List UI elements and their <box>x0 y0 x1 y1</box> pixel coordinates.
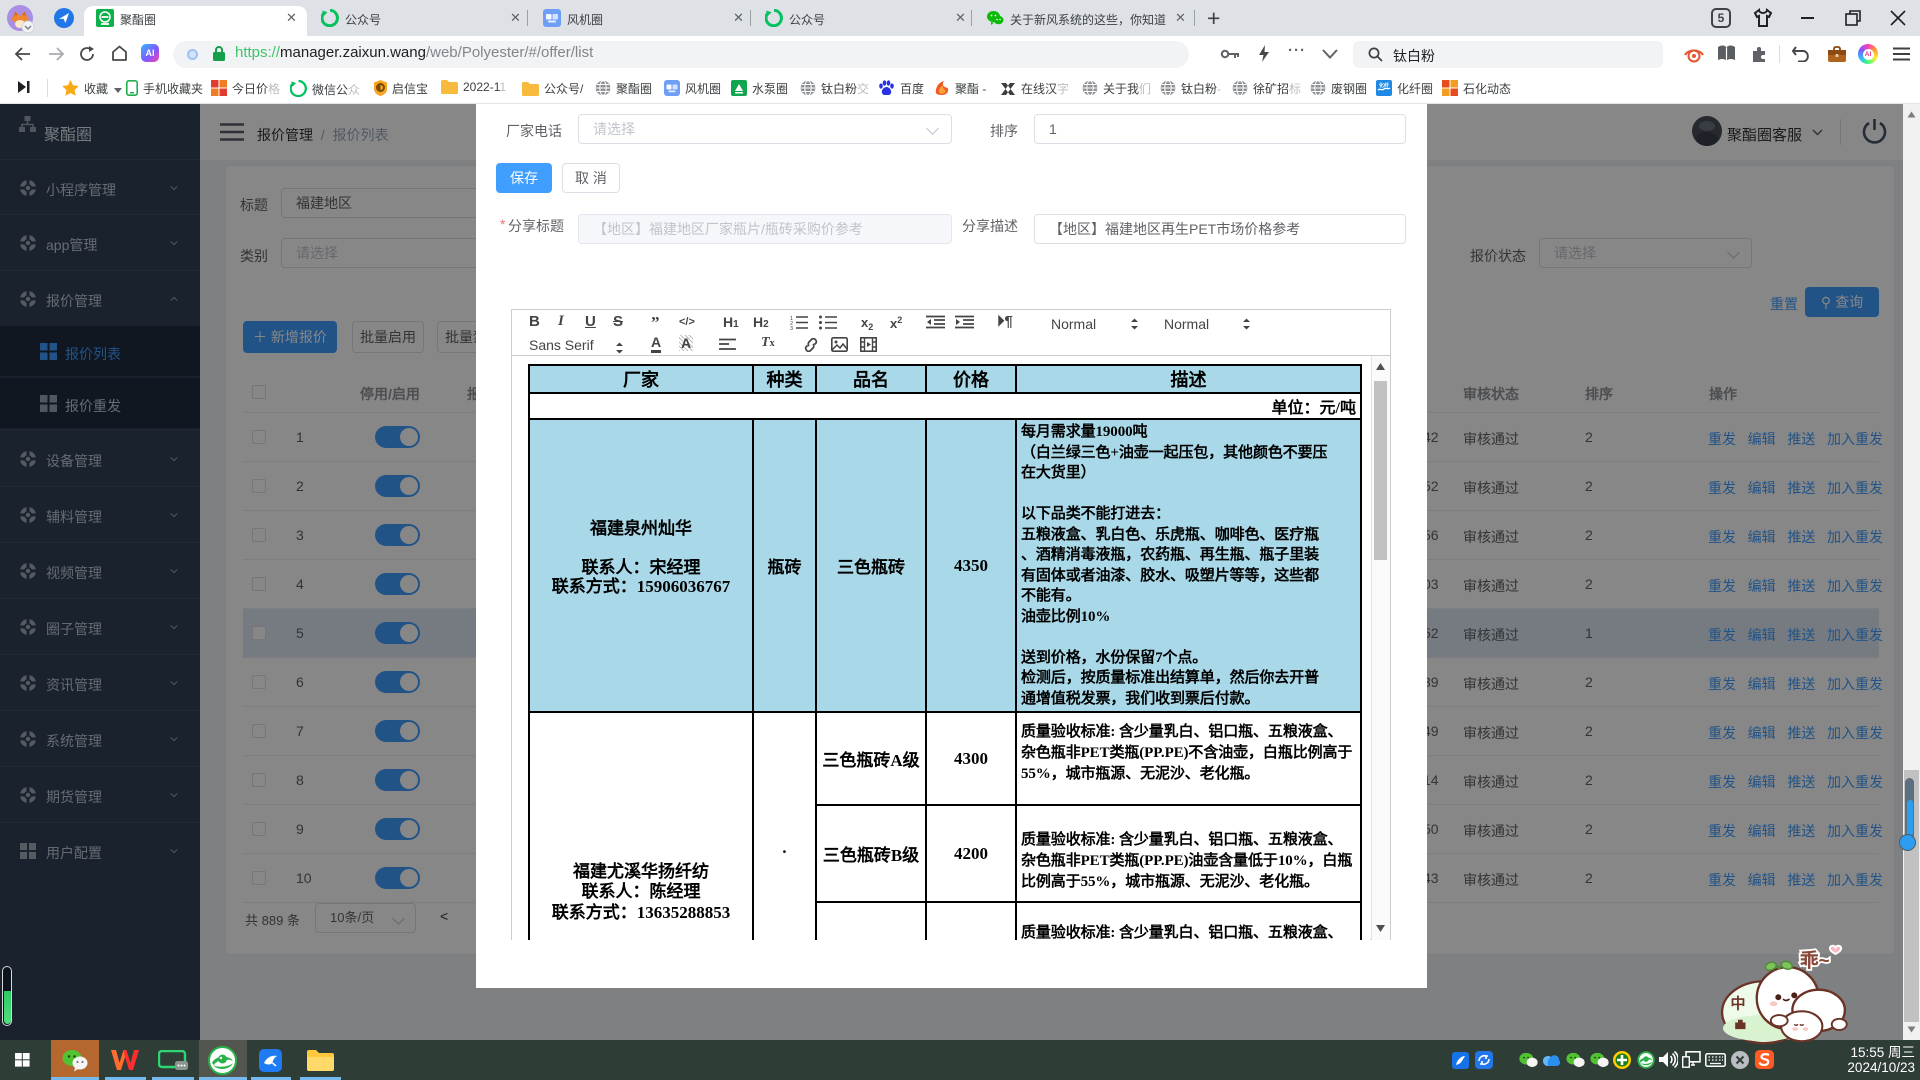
svg-text:乖~: 乖~ <box>1800 949 1830 970</box>
svg-text:化纤: 化纤 <box>1379 82 1389 89</box>
svg-text:中: 中 <box>1731 994 1746 1012</box>
svg-text:3: 3 <box>790 326 793 330</box>
